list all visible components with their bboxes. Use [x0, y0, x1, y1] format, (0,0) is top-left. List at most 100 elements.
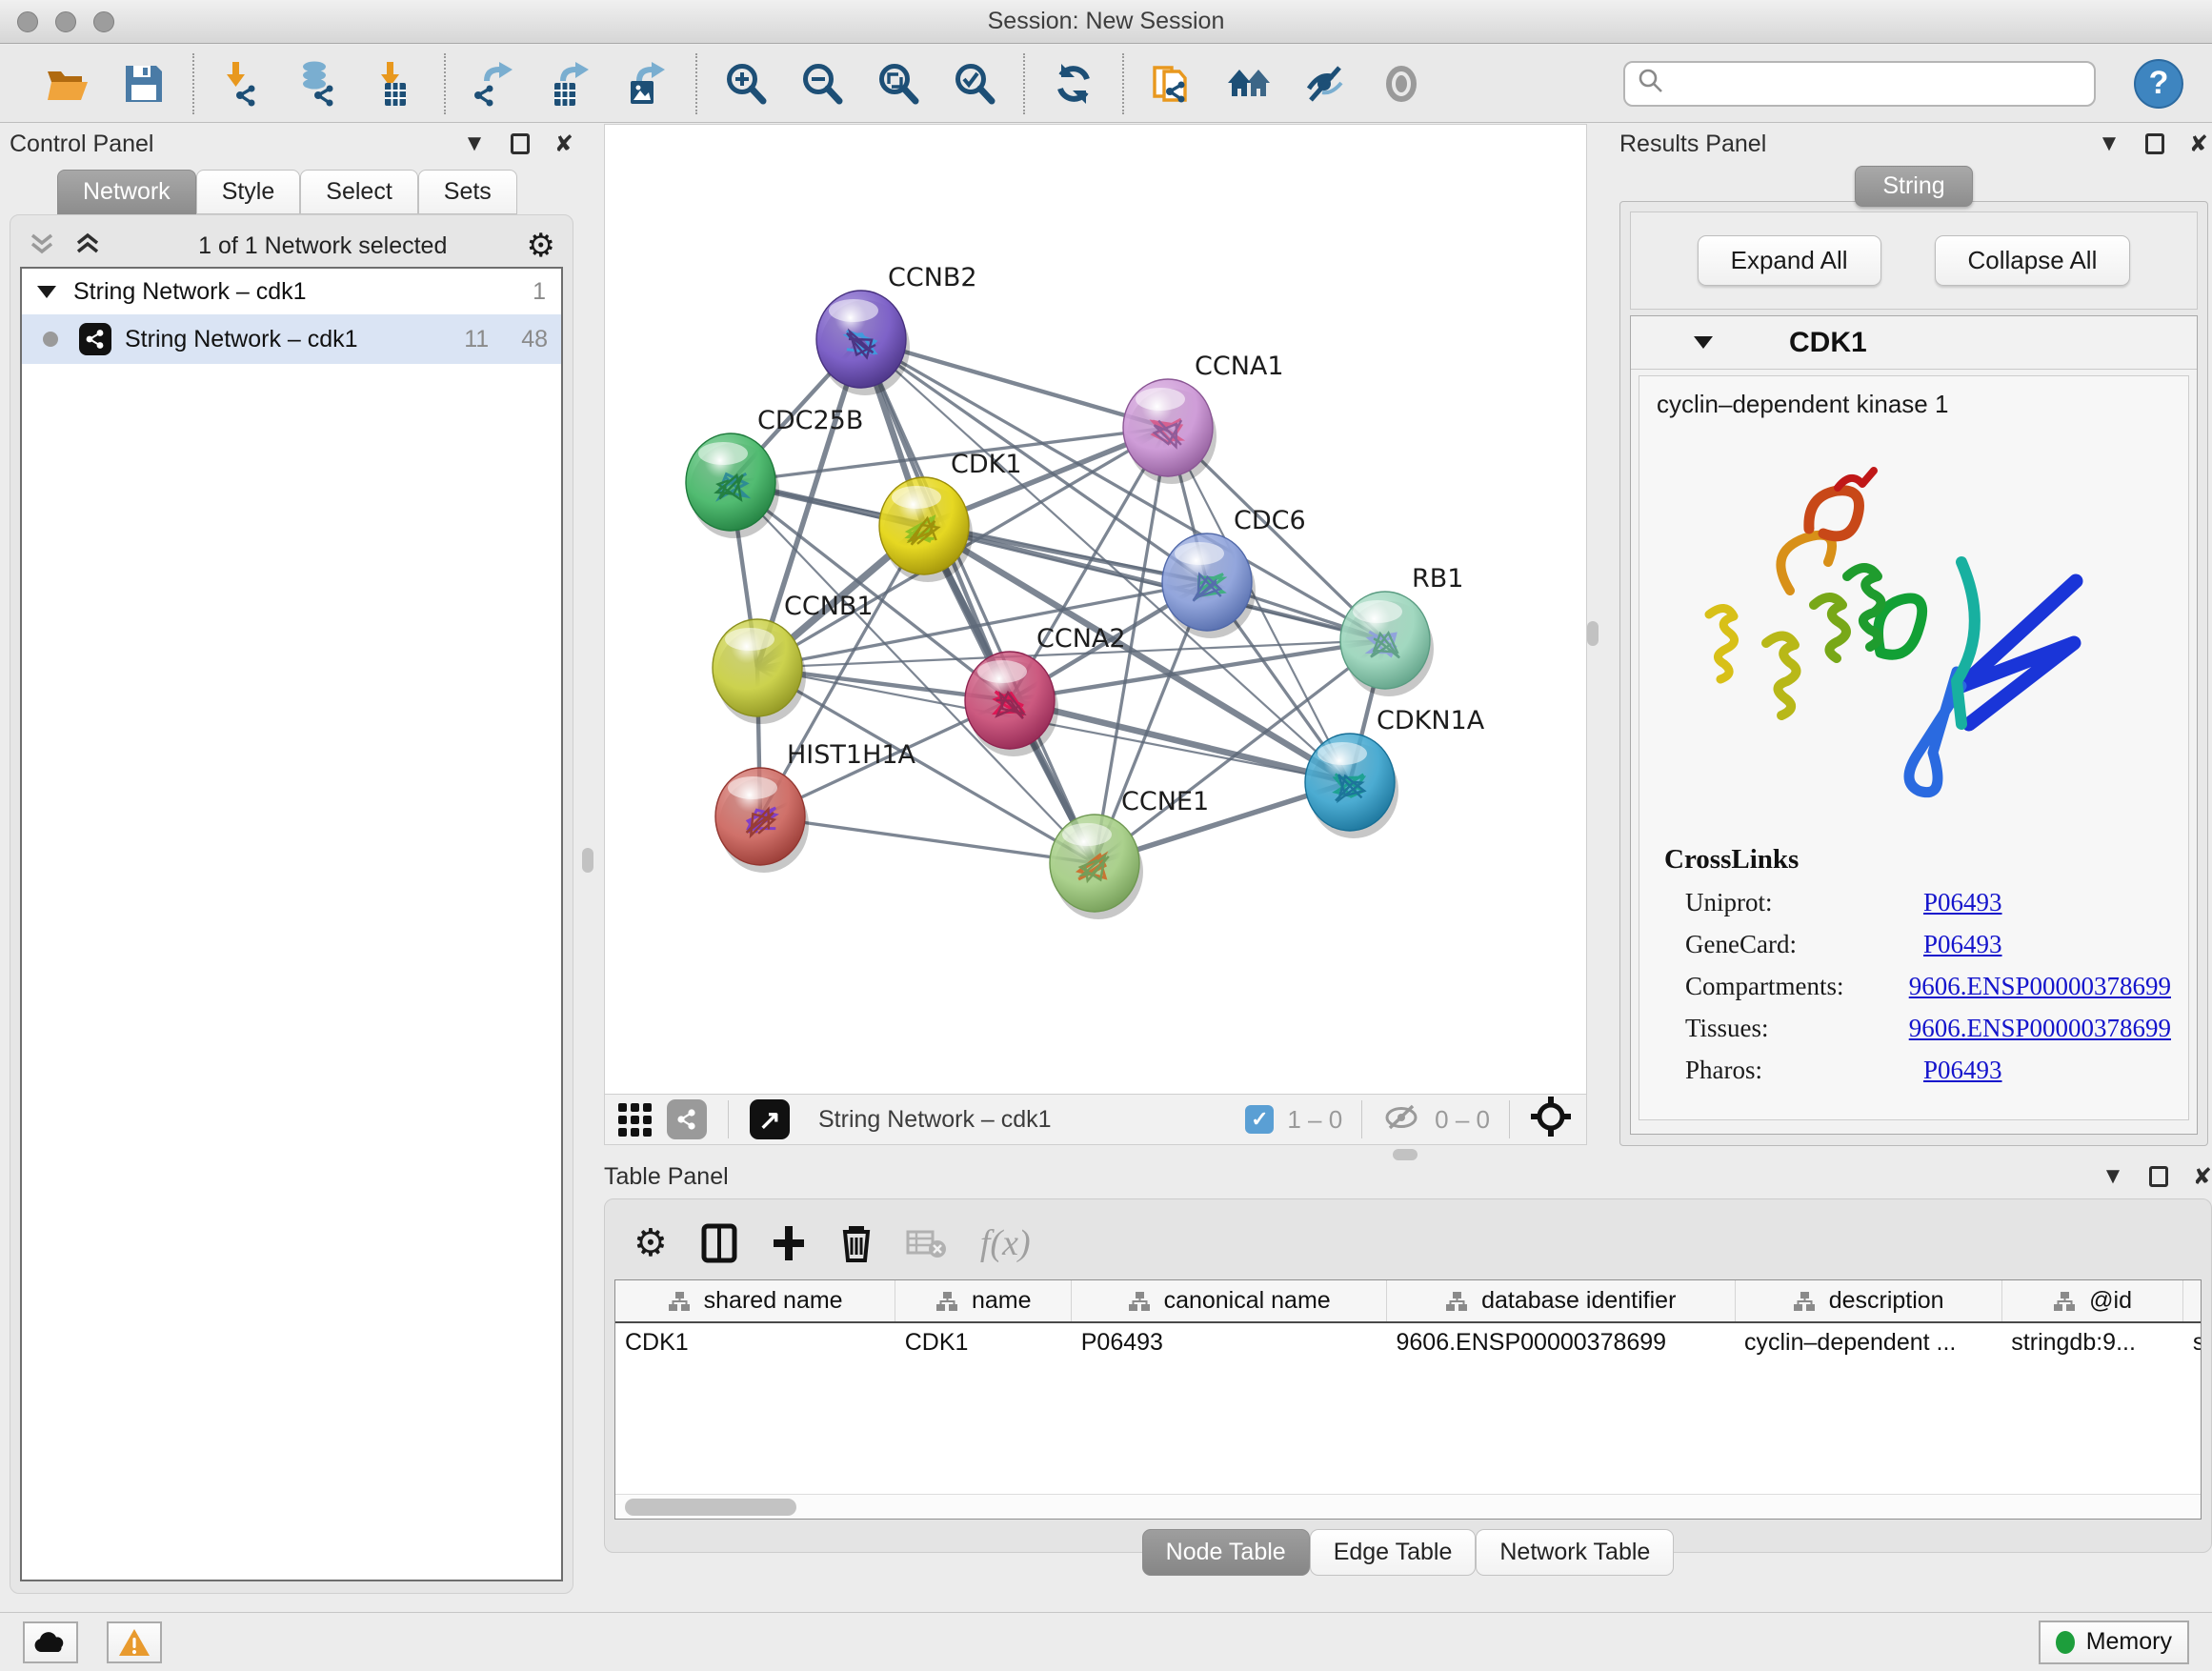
memory-label: Memory	[2086, 1628, 2172, 1656]
zoom-fit-icon[interactable]	[873, 58, 924, 110]
tab-style[interactable]: Style	[196, 170, 301, 214]
panel-menu-icon[interactable]: ▼	[2101, 1163, 2124, 1190]
tab-node-table[interactable]: Node Table	[1142, 1529, 1310, 1576]
node-CCNB2[interactable]	[816, 291, 910, 395]
import-table-icon[interactable]	[370, 58, 421, 110]
network-collection-row[interactable]: String Network – cdk1 1	[22, 269, 561, 314]
add-column-icon[interactable]	[771, 1222, 807, 1264]
tab-sets[interactable]: Sets	[418, 170, 517, 214]
column-header-canonical-name[interactable]: canonical name	[1072, 1280, 1387, 1322]
node-CDC6[interactable]	[1162, 534, 1256, 638]
columns-icon[interactable]	[700, 1222, 738, 1264]
node-label-CCNB1: CCNB1	[784, 592, 874, 621]
export-table-icon[interactable]	[545, 58, 596, 110]
expand-all-networks-icon[interactable]	[28, 230, 56, 263]
save-icon[interactable]	[118, 58, 170, 110]
hide-unhide-icon[interactable]	[1299, 58, 1351, 110]
collapse-all-button[interactable]: Collapse All	[1935, 235, 2131, 286]
left-splitter-handle[interactable]	[582, 848, 593, 873]
scroll-thumb[interactable]	[625, 1499, 796, 1516]
gear-icon[interactable]: ⚙	[633, 1221, 668, 1265]
delete-table-icon[interactable]	[906, 1226, 948, 1260]
string-home-icon[interactable]	[1223, 58, 1275, 110]
tab-select[interactable]: Select	[300, 170, 417, 214]
crosslink-link[interactable]: 9606.ENSP00000378699	[1909, 1014, 2171, 1043]
collapse-all-networks-icon[interactable]	[73, 230, 102, 263]
network-options-gear-icon[interactable]: ⚙	[527, 227, 555, 265]
zoom-in-icon[interactable]	[720, 58, 772, 110]
crosslink-row: Pharos:P06493	[1685, 1056, 2171, 1085]
help-button[interactable]: ?	[2134, 59, 2183, 109]
panel-close-icon[interactable]: ✘	[2193, 1163, 2212, 1191]
tab-string[interactable]: String	[1855, 166, 1972, 207]
column-header-namespace[interactable]: namespace	[2183, 1280, 2202, 1322]
tab-network[interactable]: Network	[57, 170, 196, 214]
table-row[interactable]: CDK1CDK1P064939606.ENSP00000378699cyclin…	[615, 1322, 2202, 1362]
panel-menu-icon[interactable]: ▼	[2098, 131, 2121, 157]
zoom-selected-icon[interactable]	[949, 58, 1000, 110]
column-header-description[interactable]: description	[1735, 1280, 2001, 1322]
fit-content-crosshair-icon[interactable]	[1529, 1095, 1573, 1145]
export-image-icon[interactable]	[621, 58, 673, 110]
network-name: String Network – cdk1	[125, 326, 358, 353]
node-label-CDK1: CDK1	[951, 450, 1022, 479]
panel-float-icon[interactable]	[2145, 133, 2164, 154]
node-RB1[interactable]	[1340, 592, 1434, 696]
selected-checkbox-icon[interactable]: ✓	[1245, 1105, 1274, 1134]
copy-documents-icon[interactable]	[1147, 58, 1198, 110]
search-input[interactable]	[1665, 70, 2065, 97]
edge-CCNB2-CCNE1[interactable]	[861, 339, 1095, 863]
delete-column-icon[interactable]	[839, 1222, 874, 1264]
node-CDKN1A[interactable]	[1305, 734, 1398, 838]
node-HIST1H1A[interactable]	[715, 768, 809, 873]
edge-HIST1H1A-CCNE1[interactable]	[760, 816, 1095, 863]
panel-close-icon[interactable]: ✘	[554, 131, 573, 158]
network-canvas[interactable]: CCNB2CCNA1CDC25BCDK1CDC6RB1CCNB1CCNA2CDK…	[605, 125, 1586, 1094]
table-hscrollbar[interactable]	[615, 1494, 2201, 1519]
entry-header[interactable]: CDK1	[1631, 316, 2197, 370]
collapse-collection-icon[interactable]	[37, 286, 56, 298]
refresh-icon[interactable]	[1048, 58, 1099, 110]
crosslink-link[interactable]: P06493	[1923, 930, 2002, 959]
network-row-selected[interactable]: String Network – cdk1 11 48	[22, 314, 561, 364]
crosslink-link[interactable]: 9606.ENSP00000378699	[1909, 972, 2171, 1001]
node-CDC25B[interactable]	[686, 433, 779, 538]
hidden-eye-icon[interactable]	[1381, 1100, 1421, 1139]
crosslink-link[interactable]: P06493	[1923, 888, 2002, 917]
expand-all-button[interactable]: Expand All	[1698, 235, 1881, 286]
warning-button[interactable]	[107, 1621, 162, 1663]
column-header-shared-name[interactable]: shared name	[615, 1280, 895, 1322]
string-entry-cdk1: CDK1 cyclin–dependent kinase 1	[1630, 315, 2198, 1135]
open-folder-icon[interactable]	[42, 58, 93, 110]
tab-network-table[interactable]: Network Table	[1476, 1529, 1674, 1576]
birdseye-icon[interactable]: ↗	[750, 1099, 790, 1139]
panel-float-icon[interactable]	[2149, 1166, 2168, 1187]
crosslink-link[interactable]: P06493	[1923, 1056, 2002, 1085]
search-box[interactable]	[1623, 61, 2096, 107]
level-of-detail-icon[interactable]	[1376, 58, 1427, 110]
cloud-button[interactable]	[23, 1621, 78, 1663]
memory-button[interactable]: Memory	[2039, 1621, 2189, 1664]
import-database-icon[interactable]	[293, 58, 345, 110]
column-header--id[interactable]: @id	[2001, 1280, 2183, 1322]
column-header-database-identifier[interactable]: database identifier	[1387, 1280, 1736, 1322]
column-header-name[interactable]: name	[895, 1280, 1072, 1322]
node-CCNA1[interactable]	[1123, 379, 1217, 484]
collapse-entry-icon[interactable]	[1694, 336, 1713, 349]
panel-menu-icon[interactable]: ▼	[463, 131, 486, 157]
panel-close-icon[interactable]: ✘	[2189, 131, 2208, 158]
export-network-icon[interactable]	[469, 58, 520, 110]
cloud-icon	[31, 1629, 70, 1656]
grid-view-icon[interactable]	[618, 1103, 652, 1137]
node-label-CCNB2: CCNB2	[888, 263, 977, 292]
zoom-out-icon[interactable]	[796, 58, 848, 110]
function-builder-icon[interactable]: f(x)	[980, 1222, 1031, 1264]
tab-edge-table[interactable]: Edge Table	[1310, 1529, 1477, 1576]
import-network-icon[interactable]	[217, 58, 269, 110]
right-splitter-handle[interactable]	[1587, 621, 1599, 646]
node-CDK1[interactable]	[879, 477, 973, 582]
node-CCNE1[interactable]	[1050, 815, 1143, 919]
share-view-icon[interactable]	[667, 1099, 707, 1139]
panel-float-icon[interactable]	[511, 133, 530, 154]
node-table: shared namenamecanonical namedatabase id…	[614, 1279, 2202, 1520]
